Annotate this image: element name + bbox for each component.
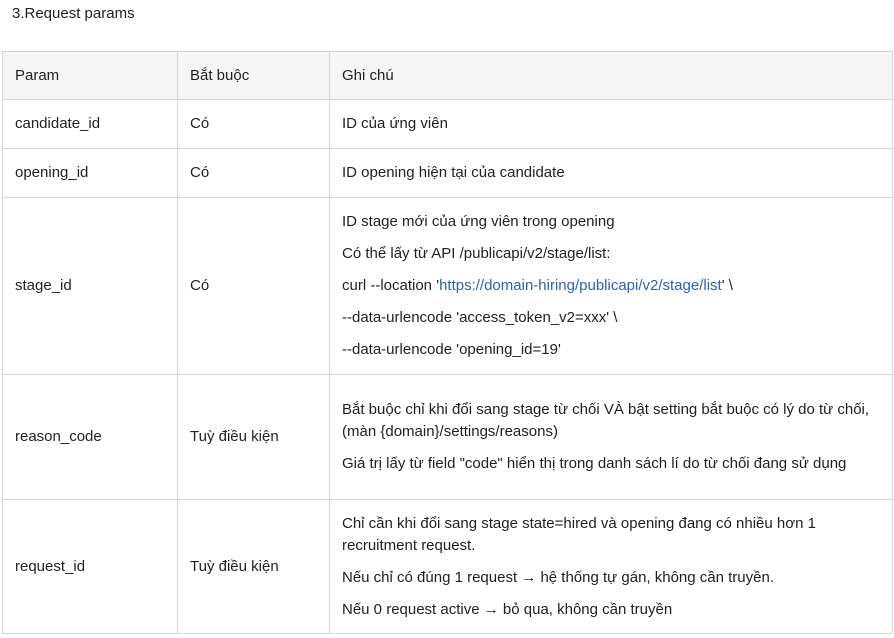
note-line: Nếu chỉ có đúng 1 request → hệ thống tự … (342, 568, 774, 586)
curl-data-line: --data-urlencode 'access_token_v2=xxx' \ (342, 309, 618, 326)
param-cell: candidate_id (2, 99, 178, 149)
table-row: reason_code Tuỳ điều kiện Bắt buộc chỉ k… (2, 374, 893, 500)
curl-command-line: curl --location 'https://domain-hiring/p… (342, 275, 880, 297)
param-cell: stage_id (2, 197, 178, 375)
note-cell: Bắt buộc chỉ khi đổi sang stage từ chối … (329, 374, 893, 500)
note-cell: ID của ứng viên (329, 99, 893, 149)
curl-suffix: ' \ (721, 277, 733, 294)
note-line: Nếu 0 request active → bỏ qua, không cần… (342, 600, 673, 618)
note-line: Chỉ cần khi đổi sang stage state=hired v… (342, 514, 816, 554)
param-cell: opening_id (2, 148, 178, 198)
table-row: request_id Tuỳ điều kiện Chỉ cần khi đổi… (2, 499, 893, 634)
note-line: ID stage mới của ứng viên trong opening (342, 213, 615, 230)
column-header-required: Bắt buộc (177, 51, 330, 100)
request-params-table: Param Bắt buộc Ghi chú candidate_id Có I… (2, 51, 893, 634)
param-cell: request_id (2, 499, 178, 634)
note-cell: ID opening hiện tại của candidate (329, 148, 893, 198)
curl-data-line: --data-urlencode 'opening_id=19' (342, 341, 561, 358)
section-heading: 3.Request params (12, 5, 135, 22)
curl-prefix: curl --location ' (342, 277, 440, 294)
required-cell: Tuỳ điều kiện (177, 374, 330, 500)
required-cell: Có (177, 197, 330, 375)
param-cell: reason_code (2, 374, 178, 500)
table-row: opening_id Có ID opening hiện tại của ca… (2, 148, 893, 198)
note-cell: Chỉ cần khi đổi sang stage state=hired v… (329, 499, 893, 634)
column-header-param: Param (2, 51, 178, 100)
column-header-note: Ghi chú (329, 51, 893, 100)
required-cell: Có (177, 148, 330, 198)
note-line: Bắt buộc chỉ khi đổi sang stage từ chối … (342, 401, 870, 440)
table-row: stage_id Có ID stage mới của ứng viên tr… (2, 197, 893, 375)
note-line: Giá trị lấy từ field "code" hiển thị tro… (342, 455, 847, 472)
required-cell: Tuỳ điều kiện (177, 499, 330, 634)
required-cell: Có (177, 99, 330, 149)
note-line: ID opening hiện tại của candidate (342, 164, 565, 181)
note-line: ID của ứng viên (342, 115, 448, 132)
table-header-row: Param Bắt buộc Ghi chú (2, 51, 893, 100)
table-row: candidate_id Có ID của ứng viên (2, 99, 893, 149)
curl-url-link[interactable]: https://domain-hiring/publicapi/v2/stage… (439, 277, 722, 294)
note-line: Có thể lấy từ API /publicapi/v2/stage/li… (342, 245, 611, 262)
note-cell: ID stage mới của ứng viên trong opening … (329, 197, 893, 375)
